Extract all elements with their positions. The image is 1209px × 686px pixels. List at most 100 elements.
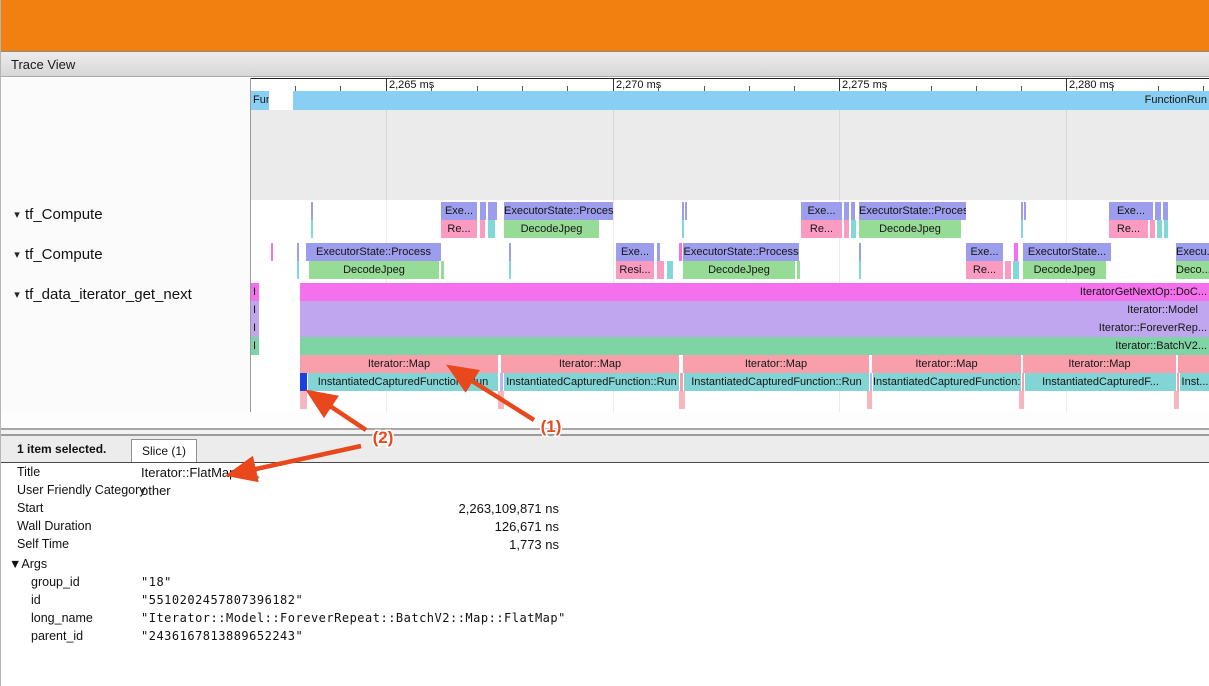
trace-slice[interactable]: Fun bbox=[251, 91, 269, 110]
trace-slice[interactable] bbox=[867, 391, 872, 409]
trace-slice[interactable]: Inst... bbox=[1180, 373, 1209, 391]
tab-slice[interactable]: Slice (1) bbox=[131, 439, 197, 462]
trace-slice[interactable]: Deco... bbox=[1176, 261, 1209, 279]
trace-slice[interactable]: Execu... bbox=[1176, 243, 1209, 261]
trace-slice[interactable]: InstantiatedCapturedFunction::Run bbox=[308, 373, 498, 391]
trace-slice[interactable]: Exe... bbox=[966, 243, 1003, 261]
trace-slice[interactable]: DecodeJpeg bbox=[859, 220, 961, 238]
trace-slice[interactable]: ExecutorState::Process bbox=[306, 243, 441, 261]
trace-slice[interactable] bbox=[657, 261, 664, 279]
trace-slice[interactable] bbox=[859, 243, 861, 261]
trace-slice[interactable] bbox=[488, 220, 495, 238]
trace-slice[interactable] bbox=[870, 373, 872, 391]
trace-slice[interactable]: Re... bbox=[966, 261, 1003, 279]
trace-slice[interactable]: Iterator::Map bbox=[872, 355, 1021, 373]
trace-slice[interactable] bbox=[1022, 373, 1024, 391]
trace-slice[interactable] bbox=[1014, 243, 1018, 261]
trace-slice[interactable] bbox=[685, 202, 687, 220]
trace-slice[interactable] bbox=[679, 391, 685, 409]
trace-slice[interactable]: InstantiatedCapturedFunction::Run bbox=[873, 373, 1021, 391]
trace-slice[interactable] bbox=[1163, 202, 1168, 220]
trace-slice[interactable]: I bbox=[251, 283, 259, 301]
trace-slice[interactable] bbox=[1177, 373, 1179, 391]
trace-slice[interactable]: Exe... bbox=[441, 202, 477, 220]
sidebar-group-tf_data_iterator_get_next[interactable]: ▾tf_data_iterator_get_next bbox=[1, 284, 250, 304]
trace-slice[interactable] bbox=[667, 261, 673, 279]
trace-slice[interactable] bbox=[311, 202, 313, 220]
sidebar-group-tf_Compute[interactable]: ▾tf_Compute bbox=[1, 244, 250, 264]
trace-slice[interactable] bbox=[1021, 202, 1023, 220]
trace-slice[interactable]: Iterator::Model bbox=[300, 301, 1209, 319]
trace-slice[interactable] bbox=[1005, 261, 1011, 279]
trace-slice[interactable] bbox=[1164, 220, 1168, 238]
args-toggle[interactable]: ▼Args bbox=[1, 555, 1209, 573]
trace-slice[interactable] bbox=[1178, 355, 1209, 373]
trace-slice[interactable] bbox=[1155, 202, 1161, 220]
trace-slice[interactable]: Iterator::Map bbox=[683, 355, 869, 373]
trace-slice[interactable]: DecodeJpeg bbox=[309, 261, 439, 279]
trace-slice[interactable] bbox=[488, 202, 497, 220]
sidebar-group-tf_Compute[interactable]: ▾tf_Compute bbox=[1, 204, 250, 224]
trace-slice[interactable] bbox=[1024, 202, 1026, 220]
trace-area[interactable]: ▾tf_Compute ▾tf_Compute ▾tf_data_iterator_… bbox=[1, 78, 1209, 412]
trace-slice[interactable] bbox=[509, 261, 511, 279]
trace-slice[interactable] bbox=[682, 202, 684, 220]
trace-slice[interactable]: Iterator::Map bbox=[1023, 355, 1176, 373]
trace-slice[interactable]: FunctionRun bbox=[293, 91, 1209, 110]
trace-slice[interactable] bbox=[844, 220, 849, 238]
trace-slice[interactable] bbox=[1021, 220, 1023, 238]
trace-slice[interactable] bbox=[851, 220, 856, 238]
time-ruler[interactable]: 2,265 ms2,270 ms2,275 ms2,280 ms bbox=[251, 78, 1209, 91]
trace-slice[interactable]: I bbox=[251, 319, 259, 337]
trace-slice[interactable]: ExecutorState::Process bbox=[504, 202, 613, 220]
trace-slice[interactable]: Exe... bbox=[801, 202, 842, 220]
trace-slice[interactable]: Resi... bbox=[616, 261, 654, 279]
triangle-collapse-icon[interactable]: ▾ bbox=[9, 208, 25, 221]
trace-slice[interactable] bbox=[679, 243, 682, 261]
trace-slice[interactable]: I bbox=[251, 301, 259, 319]
trace-slice[interactable] bbox=[441, 261, 444, 279]
trace-slice[interactable] bbox=[480, 202, 486, 220]
trace-slice[interactable]: Re... bbox=[441, 220, 477, 238]
trace-slice[interactable] bbox=[271, 243, 273, 261]
trace-slice[interactable] bbox=[500, 373, 503, 391]
trace-slice[interactable] bbox=[682, 220, 684, 238]
trace-slice[interactable]: InstantiatedCapturedFunction::Run bbox=[504, 373, 679, 391]
trace-slice[interactable] bbox=[844, 202, 849, 220]
trace-slice[interactable] bbox=[859, 261, 861, 279]
trace-slice[interactable]: ExecutorState::Process bbox=[683, 243, 799, 261]
search-icon[interactable] bbox=[246, 465, 260, 479]
selected-slice[interactable] bbox=[300, 373, 307, 391]
trace-slice[interactable] bbox=[657, 243, 660, 261]
panel-splitter[interactable] bbox=[1, 428, 1209, 436]
trace-slice[interactable] bbox=[1157, 220, 1162, 238]
trace-slice[interactable]: Re... bbox=[801, 220, 842, 238]
trace-slice[interactable] bbox=[851, 202, 855, 220]
trace-slice[interactable]: Re... bbox=[1109, 220, 1148, 238]
triangle-collapse-icon[interactable]: ▾ bbox=[9, 248, 25, 261]
trace-slice[interactable]: Exe... bbox=[1109, 202, 1153, 220]
trace-slice[interactable]: Exe... bbox=[616, 243, 654, 261]
trace-slice[interactable]: DecodeJpeg bbox=[1023, 261, 1106, 279]
trace-slice[interactable] bbox=[1174, 391, 1179, 409]
trace-slice[interactable]: Iterator::Map bbox=[300, 355, 498, 373]
trace-slice[interactable]: Iterator::Map bbox=[501, 355, 679, 373]
trace-slice[interactable]: InstantiatedCapturedFunction::Run bbox=[684, 373, 869, 391]
trace-slice[interactable]: ExecutorState... bbox=[1023, 243, 1111, 261]
trace-slice[interactable]: Iterator::ForeverRep... bbox=[300, 319, 1209, 337]
trace-slice[interactable] bbox=[498, 391, 504, 409]
triangle-collapse-icon[interactable]: ▾ bbox=[9, 288, 25, 301]
trace-slice[interactable]: InstantiatedCapturedF... bbox=[1025, 373, 1176, 391]
trace-slice[interactable]: Iterator::BatchV2... bbox=[300, 337, 1209, 355]
trace-slice[interactable] bbox=[1150, 220, 1155, 238]
trace-slice[interactable] bbox=[680, 373, 683, 391]
trace-slice[interactable]: DecodeJpeg bbox=[504, 220, 599, 238]
trace-slice[interactable] bbox=[297, 261, 299, 279]
trace-slice[interactable]: I bbox=[251, 337, 259, 355]
trace-slice[interactable] bbox=[311, 220, 313, 238]
trace-slice[interactable] bbox=[1013, 261, 1019, 279]
trace-slice[interactable] bbox=[509, 243, 511, 261]
trace-slice[interactable]: IteratorGetNextOp::DoC... bbox=[300, 283, 1209, 301]
trace-slice[interactable] bbox=[297, 243, 299, 261]
trace-slice[interactable] bbox=[797, 261, 800, 279]
